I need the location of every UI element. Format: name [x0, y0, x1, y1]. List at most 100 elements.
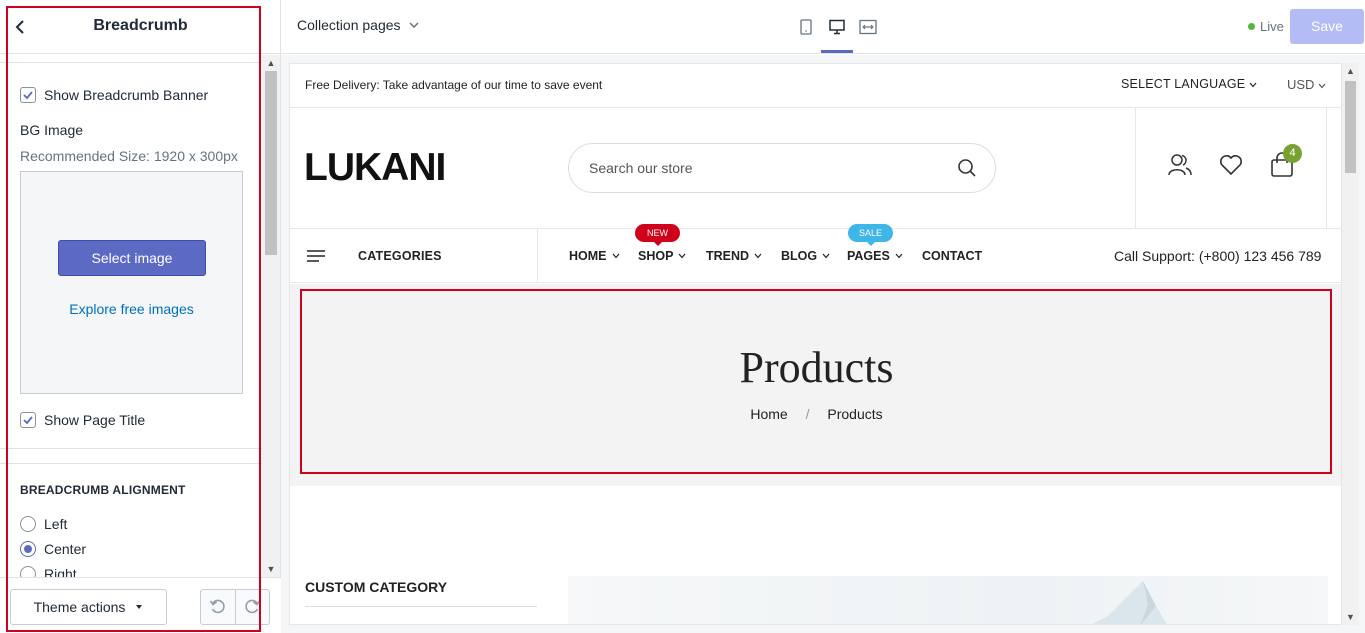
language-selector[interactable]: SELECT LANGUAGE	[1121, 77, 1257, 91]
radio-button[interactable]	[20, 566, 36, 577]
alignment-radio-center[interactable]: Center	[20, 541, 86, 557]
chevron-down-icon	[678, 253, 686, 259]
alignment-radio-left[interactable]: Left	[20, 516, 67, 532]
theme-actions-button[interactable]: Theme actions	[10, 589, 167, 625]
search-input[interactable]: Search our store	[568, 143, 996, 193]
show-page-title-checkbox[interactable]: Show Page Title	[20, 412, 145, 428]
page-title: Products	[739, 343, 894, 392]
nav-item-trend[interactable]: TREND	[706, 249, 762, 263]
sidebar-footer: Theme actions	[0, 577, 281, 633]
radio-label: Left	[44, 516, 68, 532]
nav-item-shop[interactable]: SHOP	[638, 249, 686, 263]
promo-text: Free Delivery: Take advantage of our tim…	[305, 78, 603, 92]
scroll-down-arrow[interactable]: ▼	[266, 564, 276, 574]
search-icon[interactable]	[957, 158, 977, 178]
promo-bar: Free Delivery: Take advantage of our tim…	[290, 64, 1341, 108]
scrollbar-thumb[interactable]	[265, 71, 277, 255]
editor-topbar: Collection pages Live Save	[281, 0, 1365, 54]
preview-scrollbar[interactable]: ▲ ▼	[1342, 63, 1359, 625]
theme-editor-sidebar: Breadcrumb Show Breadcrumb Banner BG Ima…	[0, 0, 281, 633]
checkbox-label: Show Page Title	[44, 412, 146, 428]
nav-label: TREND	[706, 249, 750, 263]
active-device-indicator	[821, 50, 853, 53]
sidebar-settings-panel: Show Breadcrumb Banner BG Image Recommen…	[0, 55, 262, 577]
nav-item-home[interactable]: HOME	[569, 249, 620, 263]
checkbox-box[interactable]	[20, 412, 36, 428]
live-dot-icon	[1248, 23, 1255, 30]
header-divider	[1326, 108, 1327, 229]
custom-category-underline	[305, 606, 537, 607]
page-select-value: Collection pages	[297, 17, 401, 33]
checkbox-box[interactable]	[20, 87, 36, 103]
store-header: LUKANI Search our store 4	[290, 108, 1341, 229]
mobile-view-button[interactable]	[790, 14, 822, 40]
sidebar-header: Breadcrumb	[0, 0, 281, 54]
checkmark-icon	[23, 416, 33, 425]
save-button[interactable]: Save	[1290, 9, 1364, 44]
currency-label: USD	[1287, 77, 1315, 92]
nav-item-pages[interactable]: PAGES	[847, 249, 903, 263]
radio-label: Center	[44, 541, 87, 557]
live-label: Live	[1260, 19, 1284, 34]
breadcrumb-alignment-heading: BREADCRUMB ALIGNMENT	[20, 483, 186, 497]
nav-label: BLOG	[781, 249, 818, 263]
scroll-up-arrow[interactable]: ▲	[266, 58, 276, 68]
explore-free-images-link[interactable]: Explore free images	[21, 301, 242, 317]
checkmark-icon	[23, 91, 33, 100]
radio-button[interactable]	[20, 516, 36, 532]
undo-redo-group	[200, 589, 270, 625]
hamburger-menu-icon[interactable]	[306, 249, 326, 263]
scrollbar-thumb[interactable]	[1345, 81, 1356, 173]
scroll-down-arrow[interactable]: ▼	[1346, 612, 1355, 622]
theme-actions-label: Theme actions	[33, 599, 126, 615]
breadcrumb-current: Products	[827, 406, 883, 422]
language-label: SELECT LANGUAGE	[1121, 77, 1246, 91]
undo-icon	[209, 599, 225, 614]
undo-button[interactable]	[201, 590, 235, 624]
mobile-icon	[800, 19, 812, 35]
sidebar-scrollbar[interactable]: ▲ ▼	[262, 55, 280, 577]
expand-horizontal-icon	[859, 19, 877, 35]
header-divider	[1135, 108, 1136, 229]
radio-button[interactable]	[20, 541, 36, 557]
sidebar-title: Breadcrumb	[93, 17, 188, 34]
chevron-down-icon	[1318, 83, 1326, 89]
mountain-graphic	[1092, 581, 1167, 624]
radio-label: Right	[44, 566, 77, 577]
fullwidth-view-button[interactable]	[852, 14, 884, 40]
nav-divider	[537, 229, 538, 283]
live-status: Live	[1248, 19, 1284, 34]
redo-icon	[245, 599, 261, 614]
show-breadcrumb-banner-checkbox[interactable]: Show Breadcrumb Banner	[20, 87, 208, 103]
alignment-radio-right[interactable]: Right	[20, 566, 77, 577]
cart-count-badge: 4	[1283, 144, 1302, 163]
account-icon[interactable]	[1167, 152, 1193, 178]
nav-label: CONTACT	[922, 249, 983, 263]
nav-item-contact[interactable]: CONTACT	[922, 249, 982, 263]
section-divider	[0, 448, 262, 464]
scroll-up-arrow[interactable]: ▲	[1346, 66, 1355, 76]
recommended-size-text: Recommended Size: 1920 x 300px	[20, 148, 238, 164]
redo-button[interactable]	[234, 590, 269, 624]
chevron-down-icon	[754, 253, 762, 259]
desktop-icon	[829, 19, 845, 35]
breadcrumb: Home / Products	[290, 406, 1341, 422]
desktop-view-button[interactable]	[821, 14, 853, 40]
custom-category-heading: CUSTOM CATEGORY	[305, 579, 448, 595]
wishlist-heart-icon[interactable]	[1218, 152, 1244, 178]
breadcrumb-separator: /	[805, 406, 810, 422]
search-placeholder: Search our store	[589, 160, 693, 176]
categories-menu[interactable]: CATEGORIES	[358, 249, 442, 263]
storefront-preview: Free Delivery: Take advantage of our tim…	[289, 63, 1342, 625]
chevron-down-icon	[895, 253, 903, 259]
currency-selector[interactable]: USD	[1287, 77, 1326, 92]
store-logo[interactable]: LUKANI	[304, 146, 446, 190]
breadcrumb-banner: Products Home / Products	[290, 284, 1341, 486]
support-phone: Call Support: (+800) 123 456 789	[1114, 248, 1322, 264]
page-type-select[interactable]: Collection pages	[297, 17, 419, 33]
section-divider	[0, 55, 262, 63]
nav-item-blog[interactable]: BLOG	[781, 249, 830, 263]
new-badge: NEW	[635, 224, 680, 246]
select-image-button[interactable]: Select image	[58, 240, 206, 276]
breadcrumb-home-link[interactable]: Home	[750, 406, 787, 422]
